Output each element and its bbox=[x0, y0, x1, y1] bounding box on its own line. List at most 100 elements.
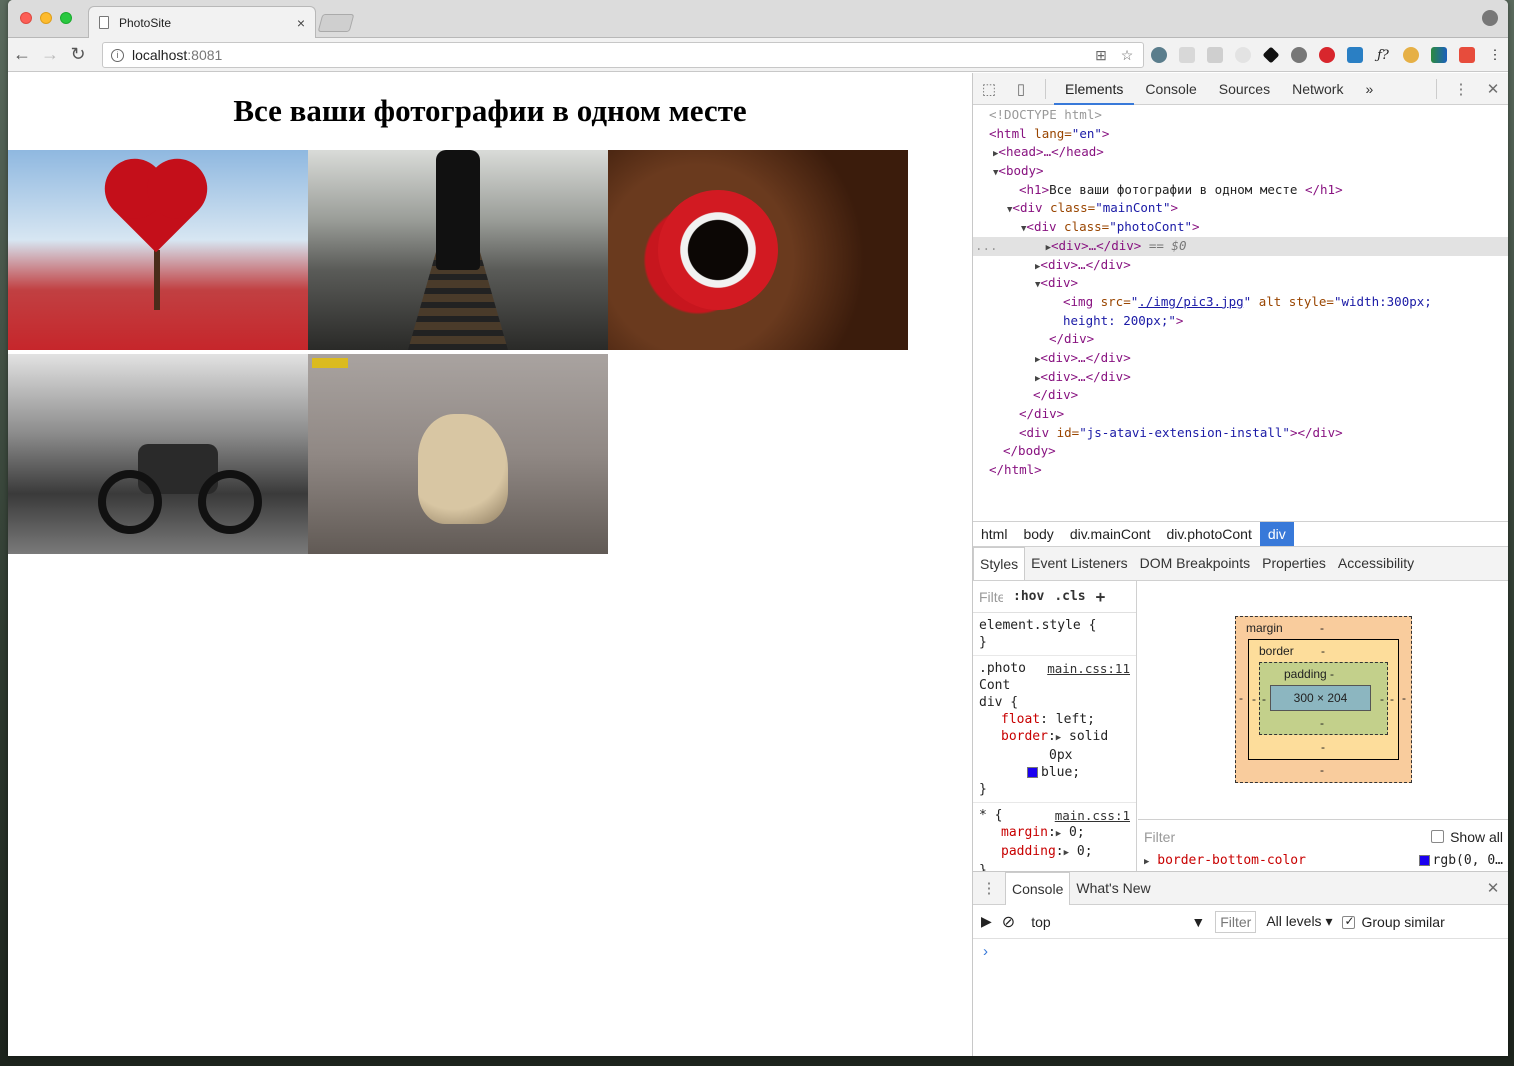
extension-icon[interactable] bbox=[1400, 44, 1422, 66]
dom-node[interactable]: height: 200px;"> bbox=[973, 312, 1508, 331]
bookmark-star-icon[interactable]: ☆ bbox=[1119, 47, 1135, 64]
color-swatch[interactable] bbox=[1418, 855, 1430, 866]
group-similar-checkbox[interactable] bbox=[1342, 914, 1356, 930]
css-declaration[interactable]: border:▶ solid bbox=[979, 728, 1130, 747]
dom-node[interactable]: ▶<div>…</div> bbox=[973, 368, 1508, 387]
translate-icon[interactable]: ⊞ bbox=[1093, 47, 1109, 64]
dom-node[interactable]: ▼<body> bbox=[973, 162, 1508, 181]
photo-railway[interactable] bbox=[308, 150, 608, 350]
css-declaration[interactable]: padding:▶ 0; bbox=[979, 843, 1130, 862]
context-selector[interactable]: top ▼ bbox=[1025, 914, 1205, 930]
close-devtools-icon[interactable]: ✕ bbox=[1477, 80, 1508, 98]
dom-node[interactable]: </div> bbox=[973, 330, 1508, 349]
dom-node[interactable]: <html lang="en"> bbox=[973, 125, 1508, 144]
clear-console-icon[interactable]: ⊘ bbox=[1002, 912, 1015, 932]
breadcrumb-maincont[interactable]: div.mainCont bbox=[1062, 522, 1159, 546]
minimize-window-button[interactable] bbox=[40, 12, 52, 24]
extension-icon[interactable] bbox=[1148, 44, 1170, 66]
style-rule[interactable]: element.style { } bbox=[973, 613, 1136, 656]
photo-coffee[interactable] bbox=[608, 150, 908, 350]
tab-elements[interactable]: Elements bbox=[1054, 73, 1135, 105]
dom-node[interactable]: <div id="js-atavi-extension-install"></d… bbox=[973, 424, 1508, 443]
box-model-margin[interactable]: margin - - - - border - - - - padding - … bbox=[1235, 616, 1412, 783]
dom-node[interactable]: <img src="./img/pic3.jpg" alt style="wid… bbox=[973, 293, 1508, 312]
console-sidebar-icon[interactable]: ▶ bbox=[981, 913, 992, 930]
extension-icon[interactable] bbox=[1176, 44, 1198, 66]
css-declaration[interactable]: margin:▶ 0; bbox=[979, 824, 1130, 843]
tab-console[interactable]: Console bbox=[1134, 73, 1207, 105]
dom-node[interactable]: ▼<div> bbox=[973, 274, 1508, 293]
tab-network[interactable]: Network bbox=[1281, 73, 1354, 105]
source-link[interactable]: main.css:1 bbox=[1055, 807, 1130, 824]
dom-node[interactable]: ▼<div class="mainCont"> bbox=[973, 199, 1508, 218]
drawer-menu-icon[interactable]: ⋮ bbox=[973, 879, 1005, 897]
show-all-checkbox[interactable] bbox=[1431, 830, 1445, 843]
tab-event-listeners[interactable]: Event Listeners bbox=[1025, 547, 1134, 580]
dom-node-selected[interactable]: ... ▶<div>…</div> == $0 bbox=[973, 236, 1508, 256]
breadcrumb-body[interactable]: body bbox=[1015, 522, 1061, 546]
dom-node[interactable]: ▶<div>…</div> bbox=[973, 256, 1508, 275]
new-tab-button[interactable] bbox=[317, 14, 355, 32]
dom-node[interactable]: ▼<div class="photoCont"> bbox=[973, 218, 1508, 237]
computed-filter-input[interactable]: Filter bbox=[1144, 829, 1431, 845]
extension-icon[interactable] bbox=[1456, 44, 1478, 66]
profile-icon[interactable] bbox=[1482, 10, 1498, 26]
drawer-tab-whats-new[interactable]: What's New bbox=[1070, 872, 1156, 905]
hov-toggle[interactable]: :hov bbox=[1013, 589, 1044, 604]
photo-motorcycle[interactable] bbox=[8, 354, 308, 554]
tab-dom-breakpoints[interactable]: DOM Breakpoints bbox=[1134, 547, 1256, 580]
styles-filter-input[interactable]: Filter bbox=[979, 589, 1003, 605]
breadcrumb-photocont[interactable]: div.photoCont bbox=[1158, 522, 1259, 546]
source-link[interactable]: main.css:11 bbox=[1047, 660, 1130, 677]
dom-node[interactable]: <!DOCTYPE html> bbox=[973, 106, 1508, 125]
url-text[interactable]: localhost:8081 bbox=[132, 47, 1083, 63]
adblock-icon[interactable] bbox=[1316, 44, 1338, 66]
box-model-padding[interactable]: padding - - - - 300 × 204 bbox=[1259, 662, 1388, 735]
css-declaration[interactable]: float: left; bbox=[979, 711, 1130, 728]
breadcrumb-html[interactable]: html bbox=[973, 522, 1015, 546]
reload-icon[interactable]: ↻ bbox=[64, 44, 92, 65]
tab-styles[interactable]: Styles bbox=[973, 547, 1026, 580]
browser-tab[interactable]: PhotoSite × bbox=[88, 6, 316, 38]
dom-node[interactable]: ▶<head>…</head> bbox=[973, 143, 1508, 162]
info-icon[interactable]: i bbox=[111, 48, 124, 62]
dom-node[interactable]: ▶<div>…</div> bbox=[973, 349, 1508, 368]
photo-heart-tree[interactable] bbox=[8, 150, 308, 350]
box-model-border[interactable]: border - - - - padding - - - - 300 × 204 bbox=[1248, 639, 1399, 760]
computed-property-row[interactable]: ▶ border-bottom-color rgb(0, 0… bbox=[1138, 853, 1508, 871]
maximize-window-button[interactable] bbox=[60, 12, 72, 24]
menu-dots-icon[interactable]: ⋮ bbox=[1484, 44, 1506, 66]
close-drawer-icon[interactable]: ✕ bbox=[1477, 879, 1508, 897]
group-similar-toggle[interactable]: Group similar bbox=[1342, 914, 1445, 930]
console-prompt[interactable]: › bbox=[983, 943, 988, 960]
extension-icon[interactable] bbox=[1428, 44, 1450, 66]
forward-arrow-icon[interactable]: → bbox=[36, 44, 64, 65]
log-levels-dropdown[interactable]: All levels ▾ bbox=[1266, 913, 1332, 930]
drawer-tab-console[interactable]: Console bbox=[1005, 871, 1071, 905]
address-bar[interactable]: i localhost:8081 ⊞ ☆ bbox=[102, 42, 1144, 68]
devtools-menu-icon[interactable]: ⋮ bbox=[1445, 80, 1477, 98]
tab-properties[interactable]: Properties bbox=[1256, 547, 1332, 580]
breadcrumb-div[interactable]: div bbox=[1259, 522, 1294, 546]
extension-icon[interactable] bbox=[1344, 44, 1366, 66]
extension-icon[interactable] bbox=[1260, 44, 1282, 66]
tab-sources[interactable]: Sources bbox=[1208, 73, 1281, 105]
add-rule-button[interactable]: + bbox=[1096, 587, 1106, 606]
dom-node[interactable]: </div> bbox=[973, 405, 1508, 424]
cls-toggle[interactable]: .cls bbox=[1054, 589, 1085, 604]
box-model-content[interactable]: 300 × 204 bbox=[1270, 685, 1371, 711]
style-rule[interactable]: main.css:11 .photo Cont div { float: lef… bbox=[973, 656, 1136, 803]
extension-icon[interactable] bbox=[1232, 44, 1254, 66]
close-tab-icon[interactable]: × bbox=[297, 15, 305, 31]
dom-node[interactable]: </div> bbox=[973, 386, 1508, 405]
style-rule[interactable]: main.css:1 * { margin:▶ 0; padding:▶ 0; … bbox=[973, 803, 1136, 871]
back-arrow-icon[interactable]: ← bbox=[8, 44, 36, 65]
font-finder-icon[interactable]: ƒ? bbox=[1372, 44, 1394, 66]
more-tabs-button[interactable]: » bbox=[1354, 73, 1384, 105]
extension-icon[interactable] bbox=[1288, 44, 1310, 66]
extension-icon[interactable] bbox=[1204, 44, 1226, 66]
tab-accessibility[interactable]: Accessibility bbox=[1332, 547, 1420, 580]
color-swatch[interactable] bbox=[1027, 767, 1038, 778]
inspect-element-icon[interactable]: ⬚ bbox=[973, 80, 1005, 98]
close-window-button[interactable] bbox=[20, 12, 32, 24]
